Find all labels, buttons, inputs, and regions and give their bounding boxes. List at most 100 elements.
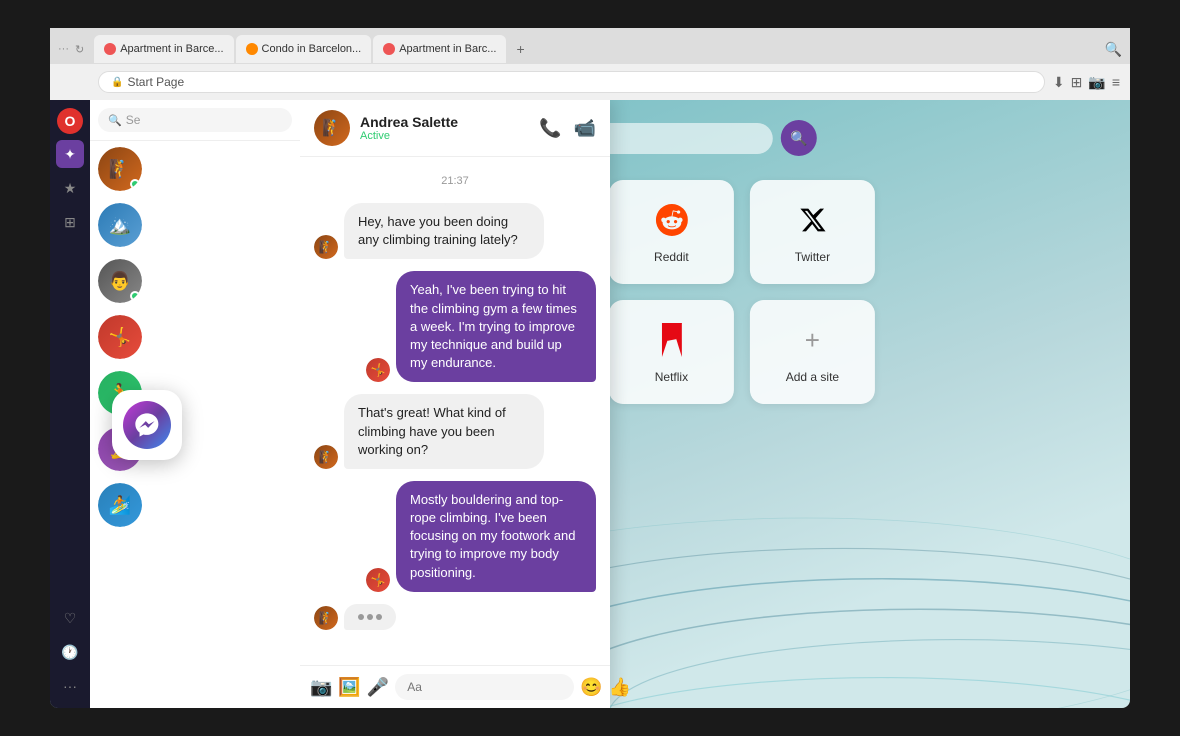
messenger-floating-icon[interactable] [112, 390, 182, 460]
camera-icon[interactable]: 📷 [1088, 74, 1105, 91]
sidebar-new-tab-icon[interactable]: ✦ [56, 140, 84, 168]
online-dot-1 [130, 179, 140, 189]
contact-avatar-3: 👨 [98, 259, 142, 303]
typing-avatar: 🧗 [314, 606, 338, 630]
messenger-search-input[interactable]: 🔍 Se [98, 108, 292, 132]
message-row-4: Mostly bouldering and top-rope climbing.… [314, 481, 596, 592]
chat-header: 🧗 Andrea Salette Active 📞 📹 [300, 100, 610, 157]
tab-favicon-1 [104, 43, 116, 55]
message-bubble-2: Yeah, I've been trying to hit the climbi… [396, 271, 596, 382]
speed-dial-twitter[interactable]: Twitter [750, 180, 875, 284]
lock-icon: 🔒 [111, 77, 123, 88]
netflix-label: Netflix [655, 370, 688, 384]
chat-actions: 📞 📹 [539, 118, 596, 139]
message-row-2: Yeah, I've been trying to hit the climbi… [314, 271, 596, 382]
contact-item-1[interactable]: 🧗 [90, 141, 300, 197]
message-bubble-4: Mostly bouldering and top-rope climbing.… [396, 481, 596, 592]
tab-label-3: Apartment in Barc... [399, 43, 496, 55]
browser-chrome: ··· ↻ Apartment in Barce... Condo in Bar… [50, 28, 1130, 100]
opera-logo-text: O [65, 113, 76, 129]
messenger-search-placeholder: Se [126, 113, 141, 127]
chat-header-info: Andrea Salette Active [360, 114, 529, 142]
chat-contact-avatar: 🧗 [314, 110, 350, 146]
speed-dial-netflix[interactable]: Netflix [609, 300, 734, 404]
address-text: Start Page [127, 75, 184, 89]
search-icon-messenger: 🔍 [108, 114, 122, 127]
tab-favicon-2 [246, 43, 258, 55]
camera-input-icon[interactable]: 📷 [310, 677, 332, 698]
sidebar-apps-icon[interactable]: ⊞ [56, 208, 84, 236]
chat-contact-name: Andrea Salette [360, 114, 529, 130]
tab-3[interactable]: Apartment in Barc... [373, 35, 506, 63]
typing-indicator [344, 604, 396, 630]
address-input[interactable]: 🔒 Start Page [98, 71, 1045, 93]
typing-dot-2 [367, 614, 373, 620]
address-bar-actions: ⬇ ⊞ 📷 ≡ [1053, 74, 1120, 91]
microphone-input-icon[interactable]: 🎤 [367, 677, 389, 698]
download-icon[interactable]: ⬇ [1053, 74, 1065, 91]
new-tab-button[interactable]: + [508, 37, 532, 61]
reddit-label: Reddit [654, 250, 689, 264]
contact-avatar-7: 🏄 [98, 483, 142, 527]
typing-dot-3 [376, 614, 382, 620]
contact-avatar-4: 🤸 [98, 315, 142, 359]
speed-dial-add[interactable]: + Add a site [750, 300, 875, 404]
tab-bar: ··· ↻ Apartment in Barce... Condo in Bar… [50, 28, 1130, 64]
video-call-button[interactable]: 📹 [574, 118, 596, 139]
like-input-icon[interactable]: 👍 [609, 677, 631, 698]
tab-2[interactable]: Condo in Barcelon... [236, 35, 372, 63]
message-row-3: 🧗 That's great! What kind of climbing ha… [314, 394, 596, 469]
add-site-icon: + [792, 320, 832, 360]
contact-item-3[interactable]: 👨 [90, 253, 300, 309]
tab-label-1: Apartment in Barce... [120, 43, 223, 55]
message-row-1: 🧗 Hey, have you been doing any climbing … [314, 203, 596, 259]
extensions-icon[interactable]: ⊞ [1071, 74, 1083, 91]
message-bubble-3: That's great! What kind of climbing have… [344, 394, 544, 469]
sidebar-star-icon[interactable]: ★ [56, 174, 84, 202]
contact-item-4[interactable]: 🤸 [90, 309, 300, 365]
contact-item-2[interactable]: 🏔️ [90, 197, 300, 253]
chat-contact-status: Active [360, 130, 529, 142]
voice-call-button[interactable]: 📞 [539, 118, 561, 139]
msg-avatar-3: 🧗 [314, 445, 338, 469]
contact-avatar-2: 🏔️ [98, 203, 142, 247]
tab-favicon-3 [383, 43, 395, 55]
online-dot-3 [130, 291, 140, 301]
twitter-icon [792, 200, 832, 240]
reddit-icon [651, 200, 691, 240]
sidebar-more-icon[interactable]: ··· [56, 672, 84, 700]
contact-item-7[interactable]: 🏄 [90, 477, 300, 533]
msg-avatar-2: 🤸 [366, 358, 390, 382]
message-bubble-1: Hey, have you been doing any climbing tr… [344, 203, 544, 259]
search-button[interactable]: 🔍 [781, 120, 817, 156]
messenger-search-area: 🔍 Se [90, 100, 300, 141]
typing-indicator-row: 🧗 [314, 604, 596, 630]
browser-content: 🔍 Twitch Reddit [50, 100, 1130, 708]
netflix-icon [651, 320, 691, 360]
contact-avatar-1: 🧗 [98, 147, 142, 191]
search-icon-top[interactable]: 🔍 [1105, 41, 1122, 58]
sidebar-heart-icon[interactable]: ♡ [56, 604, 84, 632]
laptop-shell: ··· ↻ Apartment in Barce... Condo in Bar… [50, 28, 1130, 708]
image-input-icon[interactable]: 🖼️ [338, 677, 360, 698]
chat-window: 🧗 Andrea Salette Active 📞 📹 21:37 🧗 [300, 100, 610, 708]
emoji-input-icon[interactable]: 😊 [580, 677, 602, 698]
chat-messages: 21:37 🧗 Hey, have you been doing any cli… [300, 157, 610, 665]
msg-avatar-1: 🧗 [314, 235, 338, 259]
chat-text-input[interactable] [395, 674, 574, 700]
message-timestamp: 21:37 [314, 175, 596, 187]
opera-logo[interactable]: O [57, 108, 83, 134]
tab-1[interactable]: Apartment in Barce... [94, 35, 233, 63]
search-magnifier-icon: 🔍 [790, 130, 807, 147]
typing-dot-1 [358, 614, 364, 620]
menu-icon[interactable]: ≡ [1112, 74, 1120, 91]
messenger-icon-inner [123, 401, 171, 449]
chat-input-bar: 📷 🖼️ 🎤 😊 👍 [300, 665, 610, 708]
address-bar: 🔒 Start Page ⬇ ⊞ 📷 ≡ [50, 64, 1130, 100]
sidebar-history-icon[interactable]: 🕐 [56, 638, 84, 666]
speed-dial-reddit[interactable]: Reddit [609, 180, 734, 284]
sidebar-bottom-icons: ♡ 🕐 ··· [56, 604, 84, 700]
opera-sidebar: O ✦ ★ ⊞ ♡ 🕐 ··· [50, 100, 90, 708]
twitter-label: Twitter [795, 250, 830, 264]
add-site-label: Add a site [786, 370, 839, 384]
